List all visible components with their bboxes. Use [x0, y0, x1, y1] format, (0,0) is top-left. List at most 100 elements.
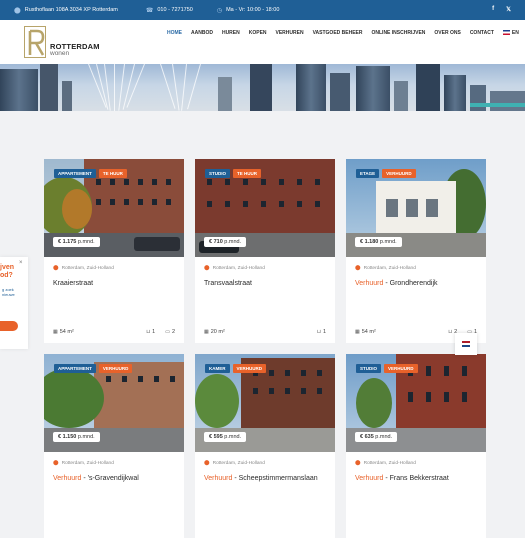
nav-verhuren[interactable]: VERHUREN	[276, 30, 304, 36]
top-info-bar: ⬤ Rusthoflaan 108A 3034 XP Rotterdam ☎ 0…	[0, 0, 525, 20]
price-value: € 710	[209, 239, 223, 245]
nav-vastgoed-beheer[interactable]: VASTGOED BEHEER	[313, 30, 363, 36]
widget-button[interactable]	[0, 321, 18, 331]
status-badge: VERHUURD	[98, 364, 133, 373]
language-switch[interactable]: EN	[502, 30, 519, 36]
price-value: € 1.150	[58, 434, 77, 440]
listing-location: ⬤ Rotterdam, Zuid-Holland	[204, 460, 265, 466]
nav-over-ons[interactable]: OVER ONS	[434, 30, 460, 36]
listing-location: ⬤ Rotterdam, Zuid-Holland	[204, 265, 265, 271]
price-unit: p.mnd.	[379, 239, 397, 245]
listing-card[interactable]: KAMER VERHUURD € 595 p.mnd. ⬤ Rotterdam, …	[195, 354, 335, 538]
listing-card[interactable]: ETAGE VERHUURD € 1.180 p.mnd. ⬤ Rotterdam…	[346, 159, 486, 343]
listing-meta: ▦ 54 m² ⊔ 1 ▭ 2	[53, 329, 175, 335]
price-unit: p.mnd.	[375, 434, 393, 440]
type-badge: APPARTEMENT	[54, 364, 96, 373]
site-logo[interactable]: ROTTERDAM wonen	[24, 26, 119, 60]
street-name: - Frans Bekkerstraat	[383, 475, 449, 482]
location-text: Rotterdam, Zuid-Holland	[61, 265, 114, 271]
nav-huren[interactable]: HUREN	[222, 30, 240, 36]
listing-badges: APPARTEMENT TE HUUR	[54, 169, 127, 178]
location-text: Rotterdam, Zuid-Holland	[212, 265, 265, 271]
address-item: ⬤ Rusthoflaan 108A 3034 XP Rotterdam	[14, 7, 118, 14]
floor-area-icon: ▦	[204, 329, 209, 335]
listing-badges: KAMER VERHUURD	[205, 364, 267, 373]
price-unit: p.mnd.	[77, 434, 95, 440]
listing-title[interactable]: Verhuurd - Scheepstimmermanslaan	[204, 475, 318, 482]
nav-home[interactable]: HOME	[167, 30, 182, 36]
type-badge: APPARTEMENT	[54, 169, 96, 178]
nav-aanbod[interactable]: AANBOD	[191, 30, 213, 36]
twitter-icon[interactable]: 𝕏	[506, 6, 511, 13]
nav-kopen[interactable]: KOPEN	[249, 30, 267, 36]
location-text: Rotterdam, Zuid-Holland	[61, 460, 114, 466]
rented-prefix: Verhuurd	[355, 280, 384, 287]
listing-title[interactable]: Verhuurd - 's-Gravendijkwal	[53, 475, 139, 482]
hours-item: ◷ Ma - Vr: 10:00 - 18:00	[217, 7, 280, 14]
bath-icon: ⊔	[448, 329, 453, 335]
listing-title[interactable]: Kraaierstraat	[53, 280, 93, 287]
price-tag: € 710 p.mnd.	[204, 237, 247, 247]
rooms-value: 2	[171, 329, 175, 335]
location-text: Rotterdam, Zuid-Holland	[363, 460, 416, 466]
status-badge: VERHUURD	[232, 364, 267, 373]
language-float-button[interactable]	[455, 333, 477, 355]
bed-icon: ▭	[165, 329, 170, 335]
logo-subtitle: wonen	[50, 50, 70, 57]
listing-card[interactable]: STUDIO TE HUUR € 710 p.mnd. ⬤ Rotterdam, …	[195, 159, 335, 343]
listing-badges: ETAGE VERHUURD	[356, 169, 416, 178]
baths-value: 1	[152, 329, 156, 335]
bath-icon: ⊔	[317, 329, 321, 335]
phone-item[interactable]: ☎ 010 - 7271750	[146, 7, 193, 14]
price-tag: € 595 p.mnd.	[204, 432, 247, 442]
street-name: - Scheepstimmermanslaan	[232, 475, 318, 482]
area-value: 20 m²	[210, 329, 225, 335]
price-value: € 1.175	[58, 239, 77, 245]
status-badge: VERHUURD	[384, 364, 418, 373]
listing-badges: STUDIO TE HUUR	[205, 169, 262, 178]
logo-r-mark	[24, 26, 46, 58]
price-tag: € 1.150 p.mnd.	[53, 432, 100, 442]
status-badge: TE HUUR	[98, 169, 127, 178]
listing-card[interactable]: STUDIO VERHUURD € 635 p.mnd. ⬤ Rotterdam,…	[346, 354, 486, 538]
status-badge: TE HUUR	[233, 169, 262, 178]
listing-title[interactable]: Transvaalstraat	[204, 280, 252, 287]
price-unit: p.mnd.	[77, 239, 95, 245]
floor-area-icon: ▦	[355, 329, 360, 335]
close-icon[interactable]: ×	[19, 260, 23, 266]
map-pin-icon: ⬤	[53, 265, 59, 271]
price-tag: € 1.180 p.mnd.	[355, 237, 402, 247]
floor-area-icon: ▦	[53, 329, 58, 335]
address-text: Rusthoflaan 108A 3034 XP Rotterdam	[24, 7, 118, 13]
rented-prefix: Verhuurd	[53, 475, 82, 482]
hours-text: Ma - Vr: 10:00 - 18:00	[226, 7, 280, 13]
area-value: 54 m²	[361, 329, 376, 335]
price-tag: € 1.175 p.mnd.	[53, 237, 100, 247]
phone-icon: ☎	[145, 7, 154, 14]
nav-contact[interactable]: CONTACT	[470, 30, 494, 36]
facebook-icon[interactable]: f	[492, 6, 494, 13]
type-badge: STUDIO	[356, 364, 382, 373]
main-navigation: HOME AANBOD HUREN KOPEN VERHUREN VASTGOE…	[167, 30, 525, 36]
listing-title[interactable]: Verhuurd - Frans Bekkerstraat	[355, 475, 449, 482]
map-pin-icon: ⬤	[204, 265, 210, 271]
listing-card[interactable]: APPARTEMENT VERHUURD € 1.150 p.mnd. ⬤ Rot…	[44, 354, 184, 538]
nav-online-inschrijven[interactable]: ONLINE INSCHRIJVEN	[372, 30, 426, 36]
listing-card[interactable]: APPARTEMENT TE HUUR € 1.175 p.mnd. ⬤ Rott…	[44, 159, 184, 343]
street-name: Kraaierstraat	[53, 280, 94, 287]
map-pin-icon: ⬤	[14, 7, 21, 14]
phone-text[interactable]: 010 - 7271750	[157, 7, 192, 13]
listing-location: ⬤ Rotterdam, Zuid-Holland	[53, 460, 114, 466]
listing-location: ⬤ Rotterdam, Zuid-Holland	[355, 265, 416, 271]
area-value: 54 m²	[59, 329, 74, 335]
price-value: € 1.180	[360, 239, 379, 245]
uk-flag-icon	[502, 30, 510, 36]
listing-title[interactable]: Verhuurd - Grondherendijk	[355, 280, 438, 287]
language-label: EN	[511, 30, 519, 36]
bath-icon: ⊔	[146, 329, 151, 335]
map-pin-icon: ⬤	[204, 460, 210, 466]
hero-skyline-banner	[0, 64, 525, 111]
search-prompt-widget: jven od? × g zoek nieuwe	[0, 257, 28, 349]
map-pin-icon: ⬤	[53, 460, 59, 466]
listing-location: ⬤ Rotterdam, Zuid-Holland	[53, 265, 114, 271]
